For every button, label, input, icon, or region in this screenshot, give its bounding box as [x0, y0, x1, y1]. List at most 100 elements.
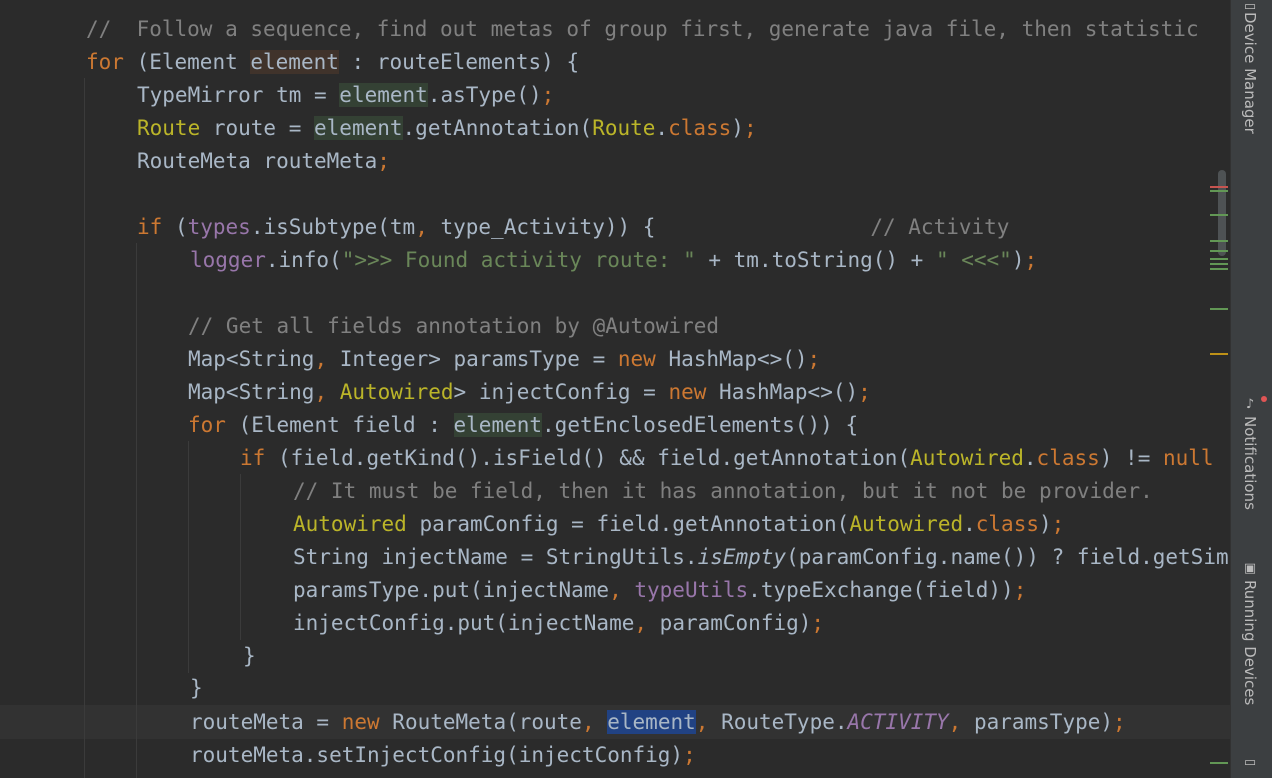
- code-editor[interactable]: // Follow a sequence, find out metas of …: [0, 0, 1230, 778]
- code-token: paramConfig): [659, 611, 812, 635]
- code-token: ">>> Found activity route: ": [341, 248, 696, 272]
- change-stripe-mark: [1210, 214, 1228, 216]
- running-devices-label: Running Devices: [1241, 580, 1259, 706]
- code-token: .getAnnotation(: [402, 116, 593, 140]
- code-token: typeUtils: [634, 578, 749, 602]
- extra-tool-button[interactable]: ▭: [1239, 756, 1265, 774]
- code-token: ;: [1024, 248, 1038, 272]
- code-token: class: [668, 116, 732, 140]
- code-token: null: [1162, 446, 1214, 470]
- change-stripe-mark: [1210, 308, 1228, 310]
- code-token: types: [187, 215, 251, 239]
- window-icon: ▭: [1243, 755, 1257, 770]
- code-token: ): [1038, 512, 1052, 536]
- indent-guide: [240, 474, 241, 640]
- code-token: HashMap<>(): [655, 347, 808, 371]
- change-stripe-mark: [1210, 268, 1228, 270]
- notifications-tool-button[interactable]: ♪ Notifications: [1239, 396, 1267, 510]
- code-token: (: [162, 215, 188, 239]
- code-token: ): [1011, 248, 1025, 272]
- code-token: .isSubtype(tm: [250, 215, 416, 239]
- code-line: routeMeta = new RouteMeta(route, element…: [190, 706, 1126, 739]
- code-line: }: [243, 640, 256, 673]
- code-token: Autowired: [339, 380, 454, 404]
- code-token: .: [655, 116, 669, 140]
- scrollbar-thumb[interactable]: [1218, 170, 1226, 256]
- code-token: }: [190, 676, 203, 700]
- code-token: Autowired: [849, 512, 964, 536]
- right-tool-window-strip: ▭ Device Manager ♪ Notifications ▣ Runni…: [1230, 0, 1272, 778]
- code-line: for (Element element : routeElements) {: [86, 46, 579, 79]
- code-line: logger.info(">>> Found activity route: "…: [190, 244, 1037, 277]
- device-manager-tool-button[interactable]: ▭ Device Manager: [1239, 0, 1265, 134]
- code-line: Map<String, Integer> paramsType = new Ha…: [188, 343, 820, 376]
- code-line: String injectName = StringUtils.isEmpty(…: [293, 541, 1230, 574]
- code-line: if (field.getKind().isField() && field.g…: [240, 442, 1214, 475]
- editor-scrollbar[interactable]: [1208, 0, 1230, 778]
- code-token: element: [339, 83, 428, 107]
- code-token: .: [1023, 446, 1037, 470]
- change-stripe-mark: [1210, 263, 1228, 265]
- code-token: String injectName = StringUtils.: [293, 545, 698, 569]
- code-line: Route route = element.getAnnotation(Rout…: [137, 112, 757, 145]
- change-stripe-mark: [1210, 762, 1228, 764]
- code-token: paramsType): [973, 710, 1114, 734]
- notifications-label: Notifications: [1241, 416, 1259, 510]
- change-stripe-mark: [1210, 240, 1228, 242]
- code-token: .info(: [265, 248, 342, 272]
- code-token: route =: [200, 116, 315, 140]
- code-token: ,: [609, 578, 635, 602]
- code-token: element: [314, 116, 403, 140]
- code-token: ) !=: [1099, 446, 1163, 470]
- code-token: ,: [948, 710, 974, 734]
- code-token: .asType(): [427, 83, 542, 107]
- code-token: // It must be field, then it has annotat…: [293, 479, 1153, 503]
- code-token: Autowired: [910, 446, 1024, 470]
- code-token: .: [963, 512, 976, 536]
- code-line: for (Element field : element.getEnclosed…: [188, 409, 858, 442]
- code-token: Map<String: [188, 347, 315, 371]
- code-line: injectConfig.put(injectName, paramConfig…: [293, 607, 824, 640]
- code-token: ;: [377, 149, 390, 173]
- code-token: class: [975, 512, 1039, 536]
- code-token: for: [188, 413, 226, 437]
- code-token: // Follow a sequence, find out metas of …: [86, 17, 1199, 41]
- code-token: ,: [314, 347, 340, 371]
- code-token: Map<String: [188, 380, 315, 404]
- code-token: RouteType.: [721, 710, 848, 734]
- code-token: for: [86, 50, 124, 74]
- code-token: ;: [858, 380, 871, 404]
- code-token: routeMeta.setInjectConfig(injectConfig): [190, 743, 684, 767]
- device-manager-label: Device Manager: [1241, 12, 1259, 134]
- code-token: paramConfig = field.getAnnotation(: [406, 512, 850, 536]
- code-token: if: [240, 446, 266, 470]
- code-token: element: [453, 413, 543, 437]
- device-manager-icon: ▭: [1243, 0, 1257, 14]
- code-line: // Follow a sequence, find out metas of …: [86, 13, 1199, 46]
- running-devices-icon: ▣: [1243, 561, 1257, 576]
- running-devices-tool-button[interactable]: ▣ Running Devices: [1239, 561, 1265, 706]
- indent-guide: [136, 243, 137, 778]
- code-line: paramsType.put(injectName, typeUtils.typ…: [293, 574, 1026, 607]
- code-token: element: [607, 710, 696, 734]
- code-token: .typeExchange(field)): [748, 578, 1014, 602]
- code-token: ,: [634, 611, 660, 635]
- code-token: (field.getKind().isField() && field.getA…: [265, 446, 911, 470]
- code-line: }: [190, 672, 203, 705]
- code-token: (paramConfig.name()) ? field.getSimpleNa…: [786, 545, 1230, 569]
- code-token: ;: [683, 743, 696, 767]
- code-line: Map<String, Autowired> injectConfig = ne…: [188, 376, 871, 409]
- code-token: ;: [1013, 578, 1027, 602]
- code-token: ;: [1113, 710, 1126, 734]
- code-line: Autowired paramConfig = field.getAnnotat…: [293, 508, 1064, 541]
- code-line: // Get all fields annotation by @Autowir…: [188, 310, 719, 343]
- code-token: if: [137, 215, 163, 239]
- code-token: ,: [415, 215, 441, 239]
- change-stripe-mark: [1210, 250, 1228, 252]
- code-token: class: [1036, 446, 1100, 470]
- code-token: // Get all fields annotation by @Autowir…: [188, 314, 720, 338]
- code-line: // It must be field, then it has annotat…: [293, 475, 1153, 508]
- code-token: logger: [190, 248, 266, 272]
- code-token: " <<<": [935, 248, 1012, 272]
- code-token: > injectConfig =: [453, 380, 669, 404]
